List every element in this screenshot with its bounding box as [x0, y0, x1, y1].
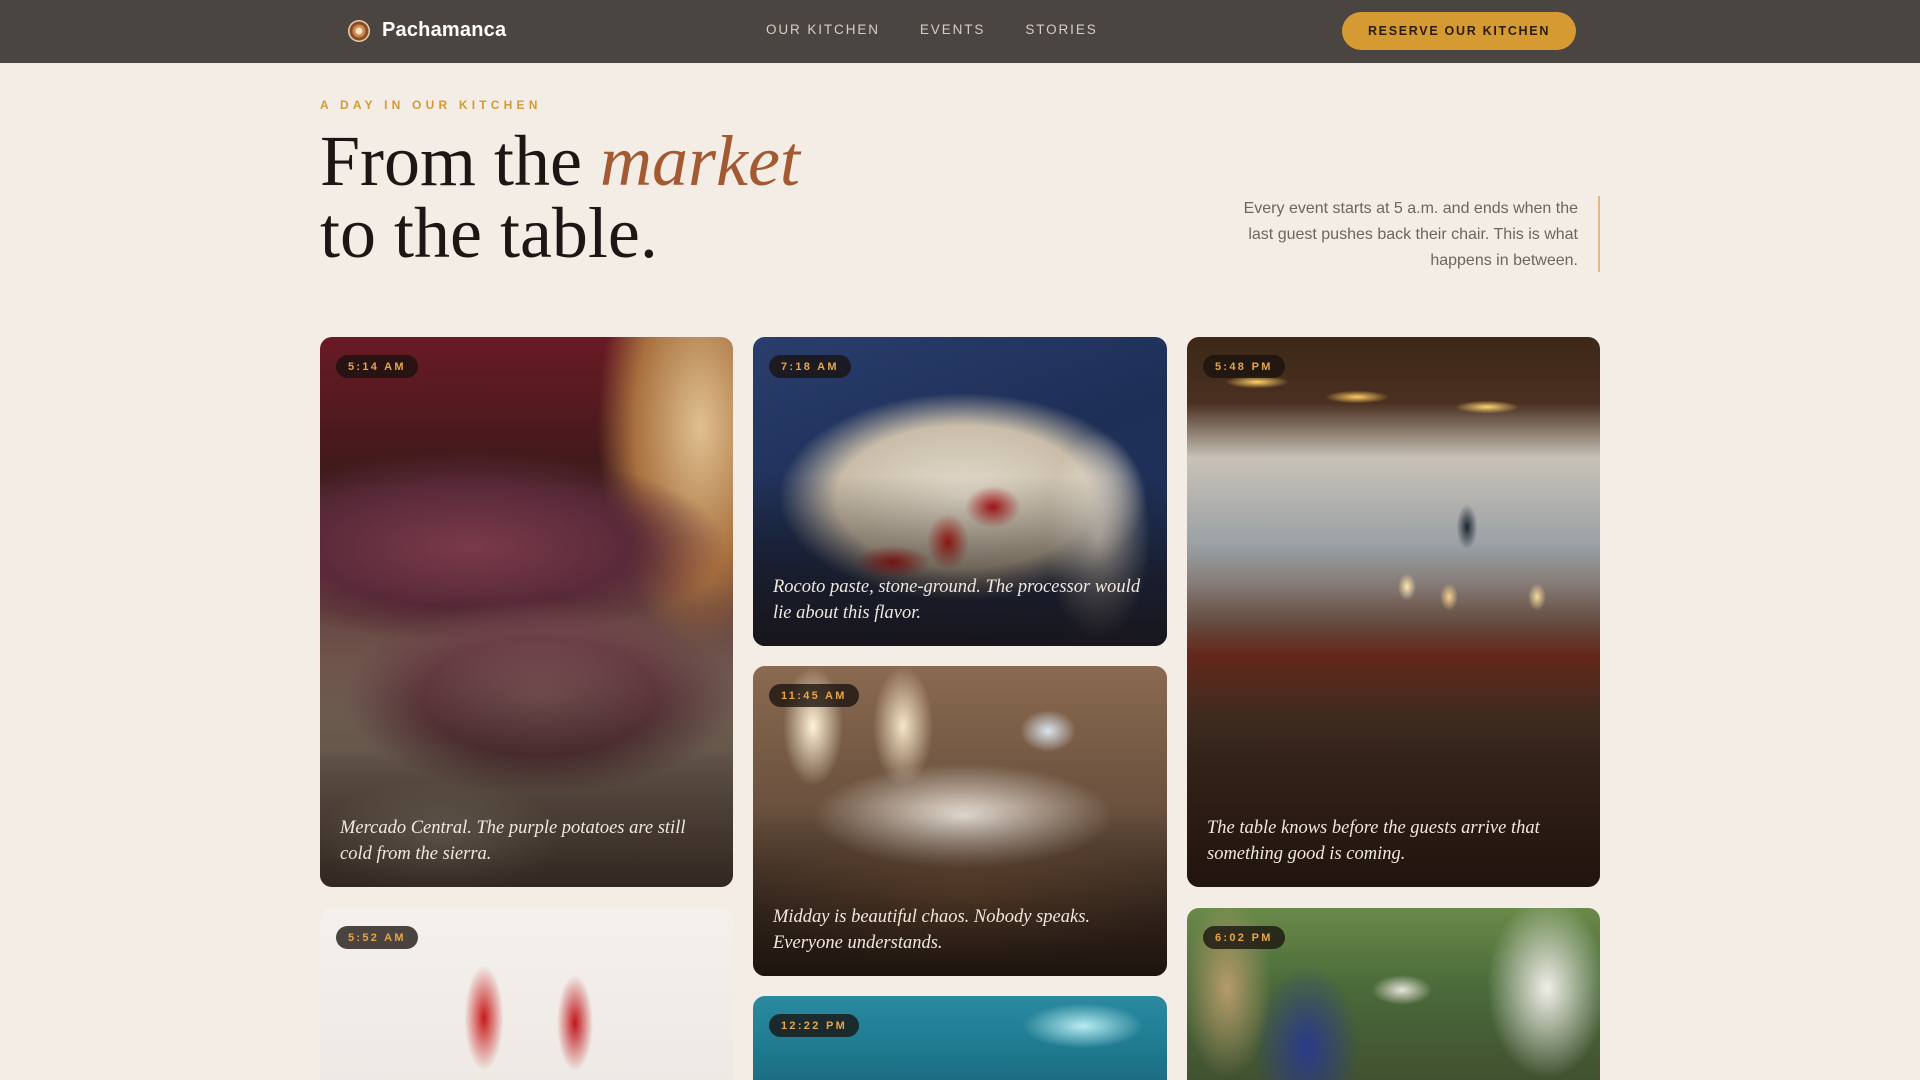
nav-links: OUR KITCHEN EVENTS STORIES [766, 22, 1098, 37]
nav-link-events[interactable]: EVENTS [920, 22, 985, 37]
time-badge: 5:48 PM [1203, 355, 1285, 378]
reserve-kitchen-button[interactable]: RESERVE OUR KITCHEN [1342, 12, 1576, 50]
gallery-card-table[interactable]: 5:48 PM The table knows before the guest… [1187, 337, 1600, 887]
brand-name: Pachamanca [382, 19, 507, 41]
gallery-card-chili[interactable]: 5:52 AM [320, 908, 733, 1080]
time-badge: 5:52 AM [336, 926, 418, 949]
hero-eyebrow: A DAY IN OUR KITCHEN [320, 98, 542, 112]
hero-divider [1598, 196, 1600, 272]
card-caption: Rocoto paste, stone-ground. The processo… [773, 577, 1141, 623]
top-nav: Pachamanca OUR KITCHEN EVENTS STORIES RE… [0, 0, 1920, 63]
hero-title-line2: to the table. [320, 193, 658, 273]
card-caption: Mercado Central. The purple potatoes are… [340, 818, 686, 864]
hero-title-accent: market [599, 121, 800, 201]
gallery-card-market[interactable]: 5:14 AM Mercado Central. The purple pota… [320, 337, 733, 887]
time-badge: 11:45 AM [769, 684, 859, 707]
hero-title-part1: From the [320, 121, 600, 201]
hero-title: From the market to the table. [320, 125, 1020, 269]
time-badge: 7:18 AM [769, 355, 851, 378]
gallery-card-midday[interactable]: 11:45 AM Midday is beautiful chaos. Nobo… [753, 666, 1167, 976]
gallery-card-rocoto[interactable]: 7:18 AM Rocoto paste, stone-ground. The … [753, 337, 1167, 646]
gallery-card-noon[interactable]: 12:22 PM [753, 996, 1167, 1080]
time-badge: 12:22 PM [769, 1014, 860, 1037]
time-badge: 5:14 AM [336, 355, 418, 378]
gallery-card-evening[interactable]: 6:02 PM [1187, 908, 1600, 1080]
card-caption: Midday is beautiful chaos. Nobody speaks… [773, 907, 1091, 953]
logo-icon [348, 19, 370, 42]
hero-description: Every event starts at 5 a.m. and ends wh… [1243, 200, 1578, 269]
nav-link-stories[interactable]: STORIES [1025, 22, 1097, 37]
nav-link-our-kitchen[interactable]: OUR KITCHEN [766, 22, 880, 37]
brand[interactable]: Pachamanca [348, 19, 506, 42]
card-caption: The table knows before the guests arrive… [1207, 818, 1540, 864]
time-badge: 6:02 PM [1203, 926, 1285, 949]
